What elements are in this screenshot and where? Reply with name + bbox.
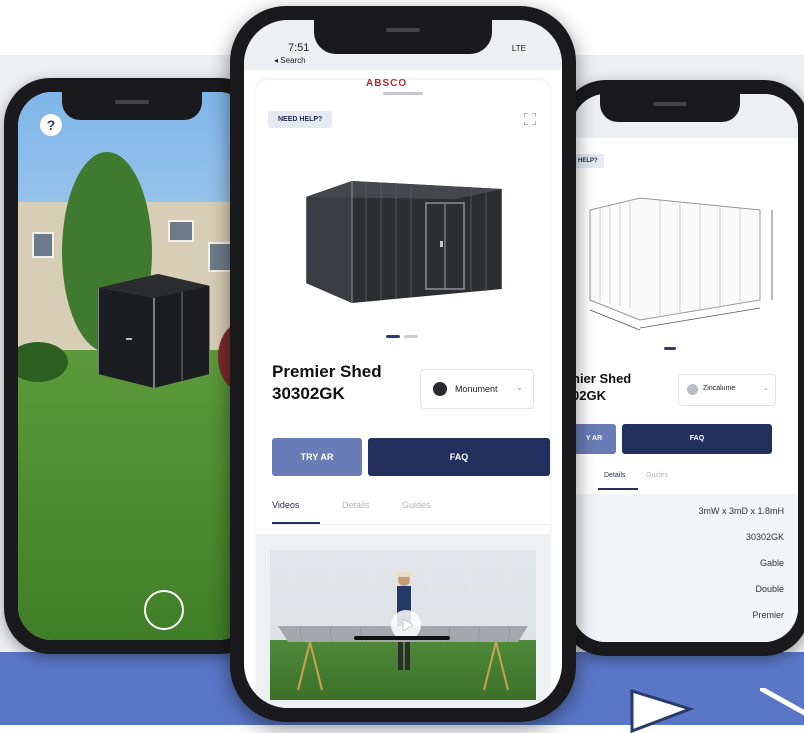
arrow-shape-icon [630,688,695,733]
carousel-dot[interactable] [404,335,418,338]
phone-details-view: HELP? nier Shed 02GK Zincalume ⌄ Y AR FA… [560,80,804,656]
carousel-dot-active [664,347,676,350]
tab-details[interactable]: Details [342,500,370,510]
detail-sku: 30302GK [745,532,784,542]
detail-range: Premier [752,610,784,620]
brand-logo: ABSCO [366,78,408,89]
notch [62,92,202,120]
need-help-button[interactable]: HELP? [572,154,604,168]
notch [600,94,740,122]
product-sheet: ABSCO NEED HELP? Premier Shed 30302GK Mo… [256,78,552,708]
notch [314,20,492,54]
carousel-dots[interactable] [386,335,426,339]
detail-doors: Double [755,584,784,594]
ar-shed-model [98,274,210,388]
lawn [18,350,252,640]
detail-size: 3mW x 3mD x 1.8mH [698,506,784,516]
tab-underline [272,522,320,524]
help-icon[interactable]: ? [40,114,62,136]
phone-ar-view: ? [4,78,266,654]
product-screen: 7:51 ◂ Search LTE ABSCO NEED HELP? Premi… [244,20,562,708]
video-list [256,534,550,708]
try-ar-button[interactable]: Y AR [572,424,616,454]
shed-product-image [306,181,502,303]
product-title-partial: nier Shed 02GK [572,371,632,403]
line-decoration-icon [760,688,804,716]
color-swatch [687,384,698,395]
faq-button[interactable]: FAQ [622,424,772,454]
need-help-button[interactable]: NEED HELP? [268,111,333,128]
color-swatch [433,382,447,396]
product-title: Premier Shed 30302GK [272,362,382,403]
video-thumbnail[interactable] [270,550,536,700]
tab-details[interactable]: Details [604,472,625,479]
expand-icon[interactable] [524,113,536,125]
home-indicator [354,636,450,640]
shed-technical-drawing [589,197,773,331]
phone-product-view: 7:51 ◂ Search LTE ABSCO NEED HELP? Premi… [230,6,576,722]
details-screen: HELP? nier Shed 02GK Zincalume ⌄ Y AR FA… [572,94,798,642]
tab-guides[interactable]: Guides [646,472,668,479]
ar-capture-button[interactable] [144,590,184,630]
color-select[interactable]: Zincalume ⌄ [678,374,776,406]
network-indicator: LTE [511,44,526,53]
ar-camera-screen: ? [18,92,252,640]
try-ar-button[interactable]: TRY AR [272,438,362,476]
status-time: 7:51 [288,42,310,54]
chevron-down-icon: ⌄ [763,385,769,392]
tab-bar: Videos Details Guides [272,500,552,530]
back-to-search-link[interactable]: ◂ Search [274,56,306,65]
tab-videos[interactable]: Videos [272,500,299,510]
chevron-down-icon: ⌄ [515,382,523,392]
faq-button[interactable]: FAQ [368,438,550,476]
sheet-handle[interactable] [383,92,423,95]
carousel-dot-active[interactable] [386,335,400,338]
color-select[interactable]: Monument ⌄ [420,369,534,409]
color-label: Monument [455,384,498,394]
detail-roof: Gable [759,558,784,568]
tab-guides[interactable]: Guides [402,500,431,510]
tab-underline [598,488,638,490]
